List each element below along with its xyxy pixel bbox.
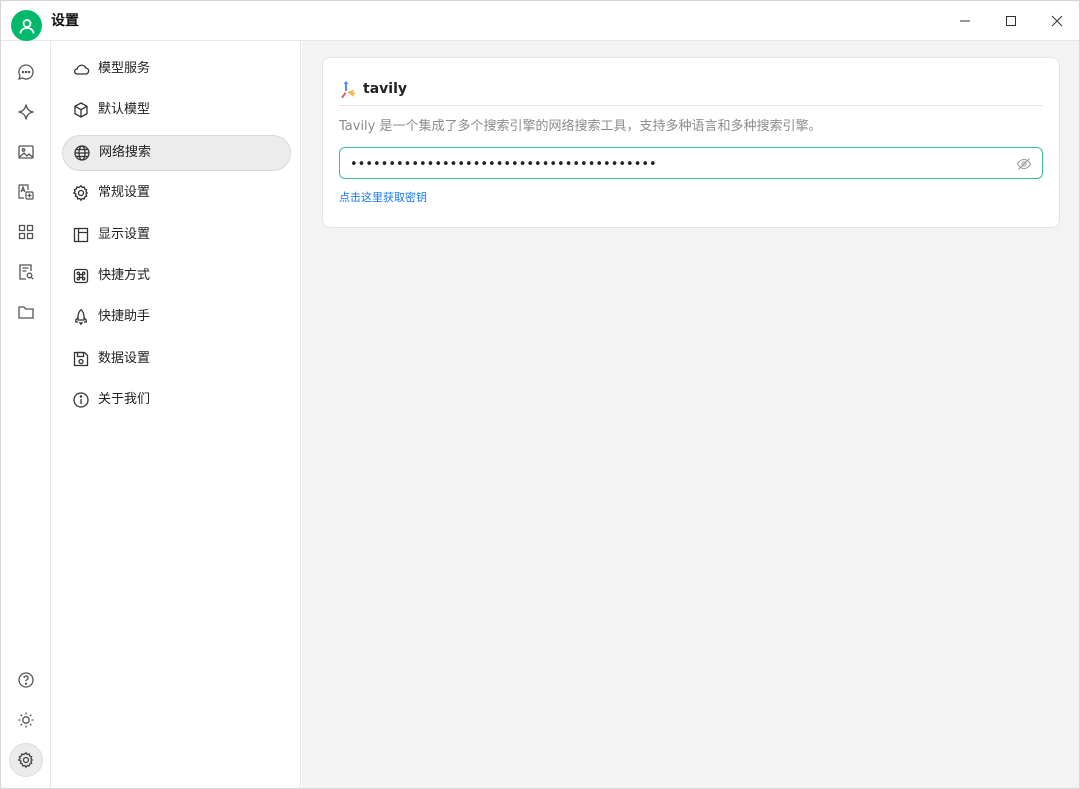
api-key-input[interactable] bbox=[350, 154, 1000, 174]
theme-sun-icon bbox=[18, 712, 34, 728]
menu-item-label: 网络搜索 bbox=[99, 145, 152, 160]
tavily-logo-icon bbox=[341, 80, 356, 98]
rail-settings-button[interactable] bbox=[9, 743, 43, 777]
menu-item-data-settings[interactable]: 数据设置 bbox=[62, 341, 291, 377]
user-icon bbox=[19, 18, 34, 34]
knowledge-icon bbox=[19, 264, 34, 280]
cube-icon bbox=[72, 101, 90, 119]
cloud-icon bbox=[72, 60, 90, 78]
menu-item-about[interactable]: 关于我们 bbox=[62, 382, 291, 418]
sparkle-icon bbox=[18, 104, 34, 120]
rail-image-button[interactable] bbox=[9, 135, 43, 169]
close-icon bbox=[1051, 15, 1063, 27]
menu-item-quick-assistant[interactable]: 快捷助手 bbox=[62, 299, 291, 335]
image-icon bbox=[18, 145, 34, 159]
globe-icon bbox=[73, 144, 91, 162]
rail-translate-button[interactable] bbox=[9, 175, 43, 209]
menu-item-label: 快捷方式 bbox=[98, 268, 151, 283]
gear-icon bbox=[72, 184, 90, 202]
info-icon bbox=[72, 391, 90, 409]
settings-menu: 模型服务 默认模型 网络搜索 常规设置 显示设置 快捷方式 快捷助手 数据设置 … bbox=[52, 41, 301, 788]
rail-knowledge-button[interactable] bbox=[9, 255, 43, 289]
rail-help-button[interactable] bbox=[9, 663, 43, 697]
provider-description: Tavily 是一个集成了多个搜索引擎的网络搜索工具，支持多种语言和多种搜索引擎… bbox=[339, 119, 822, 134]
apps-icon bbox=[18, 224, 34, 240]
folder-icon bbox=[18, 306, 34, 319]
web-search-provider-card: tavily Tavily 是一个集成了多个搜索引擎的网络搜索工具，支持多种语言… bbox=[322, 57, 1060, 228]
provider-header: tavily bbox=[339, 72, 1043, 106]
settings-window: 设置 模型服务 默认模型 网络搜索 常规设置 显示设置 快捷方式 快捷助手 数据… bbox=[0, 0, 1080, 789]
minimize-icon bbox=[960, 20, 970, 22]
menu-item-label: 模型服务 bbox=[98, 61, 151, 76]
rail-theme-button[interactable] bbox=[9, 703, 43, 737]
close-button[interactable] bbox=[1034, 1, 1080, 41]
maximize-button[interactable] bbox=[988, 1, 1034, 41]
menu-item-label: 显示设置 bbox=[98, 227, 151, 242]
layout-icon bbox=[72, 226, 90, 244]
title-bar: 设置 bbox=[1, 1, 1079, 41]
menu-item-shortcuts[interactable]: 快捷方式 bbox=[62, 258, 291, 294]
menu-item-label: 快捷助手 bbox=[98, 309, 151, 324]
rocket-icon bbox=[72, 308, 90, 326]
menu-item-model-service[interactable]: 模型服务 bbox=[62, 51, 291, 87]
icon-rail bbox=[1, 41, 51, 788]
rail-chat-button[interactable] bbox=[9, 55, 43, 89]
translate-icon bbox=[18, 184, 34, 200]
api-key-field[interactable] bbox=[339, 147, 1043, 179]
command-icon bbox=[72, 267, 90, 285]
menu-item-label: 关于我们 bbox=[98, 392, 151, 407]
provider-name: tavily bbox=[363, 80, 407, 97]
help-icon bbox=[18, 672, 34, 688]
menu-item-web-search[interactable]: 网络搜索 bbox=[62, 135, 291, 171]
menu-item-general-settings[interactable]: 常规设置 bbox=[62, 175, 291, 211]
window-title: 设置 bbox=[51, 13, 79, 29]
chat-icon bbox=[18, 64, 34, 80]
settings-content: tavily Tavily 是一个集成了多个搜索引擎的网络搜索工具，支持多种语言… bbox=[302, 41, 1079, 788]
eye-off-icon[interactable] bbox=[1016, 156, 1032, 172]
settings-icon bbox=[17, 751, 34, 769]
menu-item-label: 常规设置 bbox=[98, 185, 151, 200]
save-icon bbox=[72, 350, 90, 368]
menu-item-label: 数据设置 bbox=[98, 351, 151, 366]
menu-item-default-model[interactable]: 默认模型 bbox=[62, 92, 291, 128]
minimize-button[interactable] bbox=[942, 1, 988, 41]
rail-apps-button[interactable] bbox=[9, 215, 43, 249]
get-api-key-link[interactable]: 点击这里获取密钥 bbox=[339, 190, 427, 206]
menu-item-label: 默认模型 bbox=[98, 102, 151, 117]
rail-files-button[interactable] bbox=[9, 295, 43, 329]
user-avatar[interactable] bbox=[11, 10, 42, 41]
menu-item-display-settings[interactable]: 显示设置 bbox=[62, 217, 291, 253]
rail-agents-button[interactable] bbox=[9, 95, 43, 129]
maximize-icon bbox=[1006, 16, 1016, 26]
